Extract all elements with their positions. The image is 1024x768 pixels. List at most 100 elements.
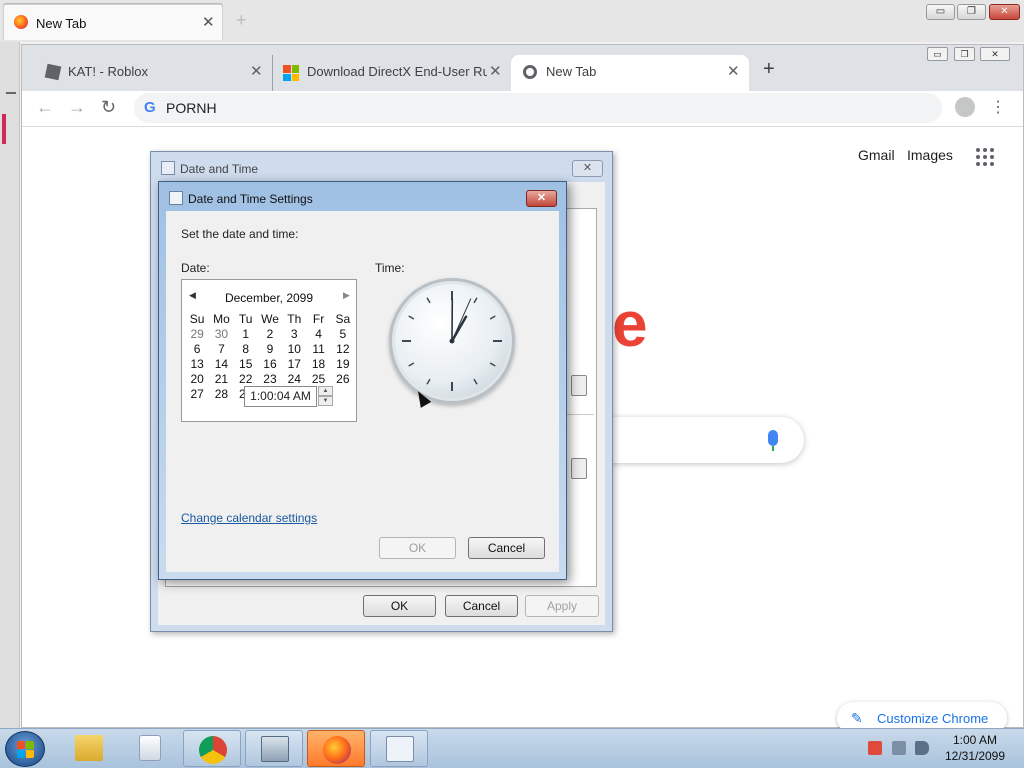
- firefox-tab-title: New Tab: [36, 16, 87, 31]
- calendar-day[interactable]: 26: [331, 372, 355, 387]
- close-tab-icon[interactable]: ✕: [489, 62, 502, 80]
- close-tab-icon[interactable]: ✕: [202, 13, 215, 31]
- calendar-day[interactable]: 12: [331, 342, 355, 357]
- search-box[interactable]: [582, 417, 804, 463]
- tab-roblox[interactable]: KAT! - Roblox ✕: [32, 55, 272, 91]
- taskbar-media-player[interactable]: [121, 730, 179, 767]
- spin-down-icon[interactable]: ▼: [318, 396, 333, 406]
- weekday-label: Su: [189, 312, 205, 326]
- calendar-day[interactable]: 23: [258, 372, 282, 387]
- gmail-link[interactable]: Gmail: [858, 147, 895, 163]
- change-date-time-button[interactable]: [571, 375, 587, 396]
- calendar-day[interactable]: 21: [209, 372, 233, 387]
- network-icon[interactable]: [892, 741, 906, 755]
- calendar-day[interactable]: 2: [258, 327, 282, 342]
- clock-tick: [426, 297, 431, 304]
- calendar-day[interactable]: 4: [306, 327, 330, 342]
- calendar-day[interactable]: 9: [258, 342, 282, 357]
- analog-clock: [389, 278, 515, 404]
- calendar-clock-icon: [386, 736, 414, 762]
- time-input[interactable]: 1:00:04 AM: [244, 386, 317, 407]
- volume-icon[interactable]: [915, 741, 929, 755]
- time-spinner[interactable]: ▲ ▼: [318, 386, 333, 407]
- tab-directx[interactable]: Download DirectX End-User Runtime ✕: [272, 55, 512, 91]
- calendar-day[interactable]: 10: [282, 342, 306, 357]
- menu-icon: [6, 92, 16, 94]
- taskbar-date-time[interactable]: [370, 730, 428, 767]
- taskbar-explorer[interactable]: [60, 730, 118, 767]
- folder-icon: [75, 735, 103, 761]
- apps-grid-icon[interactable]: [976, 148, 994, 166]
- calendar-day[interactable]: 6: [185, 342, 209, 357]
- tray-clock-time[interactable]: 1:00 AM: [930, 733, 1020, 747]
- calendar-day[interactable]: 24: [282, 372, 306, 387]
- taskbar-firefox[interactable]: [307, 730, 365, 767]
- next-month-icon[interactable]: ▶: [343, 290, 350, 301]
- calendar-month-title[interactable]: December, 2099: [182, 291, 356, 305]
- close-window-button[interactable]: ✕: [980, 47, 1010, 61]
- start-button[interactable]: [5, 731, 45, 767]
- new-tab-button[interactable]: +: [763, 58, 775, 81]
- ok-button[interactable]: OK: [379, 537, 456, 559]
- close-button[interactable]: ✕: [572, 160, 603, 177]
- google-logo: e: [612, 288, 648, 360]
- microphone-icon[interactable]: [768, 430, 778, 451]
- tab-new-tab[interactable]: New Tab ✕: [511, 55, 749, 91]
- calendar-day[interactable]: 5: [331, 327, 355, 342]
- maximize-button[interactable]: ❐: [954, 47, 975, 61]
- clock-tick: [408, 315, 415, 320]
- close-tab-icon[interactable]: ✕: [727, 62, 740, 80]
- change-time-zone-button[interactable]: [571, 458, 587, 479]
- new-tab-button[interactable]: +: [236, 10, 247, 31]
- calendar-day[interactable]: 1: [234, 327, 258, 342]
- reload-icon[interactable]: ↻: [101, 97, 116, 118]
- maximize-button[interactable]: ❐: [957, 4, 986, 20]
- taskbar-chrome[interactable]: [183, 730, 241, 767]
- cancel-button[interactable]: Cancel: [468, 537, 545, 559]
- calendar-day[interactable]: 3: [282, 327, 306, 342]
- back-icon[interactable]: ←: [36, 97, 54, 118]
- calendar-day[interactable]: 7: [209, 342, 233, 357]
- minimize-button[interactable]: ▭: [927, 47, 948, 61]
- address-bar[interactable]: G PORNH: [134, 93, 942, 123]
- spin-up-icon[interactable]: ▲: [318, 386, 333, 396]
- divider: [564, 414, 594, 415]
- calendar-day[interactable]: 30: [209, 327, 233, 342]
- calendar-day[interactable]: 18: [306, 357, 330, 372]
- forward-icon[interactable]: →: [68, 97, 86, 118]
- change-calendar-settings-link[interactable]: Change calendar settings: [181, 511, 317, 525]
- close-window-button[interactable]: ✕: [989, 4, 1020, 20]
- apply-button[interactable]: Apply: [525, 595, 599, 617]
- taskbar-network[interactable]: [245, 730, 303, 767]
- minimize-button[interactable]: ▭: [926, 4, 955, 20]
- calendar-week: 13 14 15 16 17 18 19: [185, 357, 355, 372]
- firefox-icon: [14, 15, 28, 29]
- calendar-day[interactable]: 16: [258, 357, 282, 372]
- calendar-day[interactable]: 20: [185, 372, 209, 387]
- calendar-day[interactable]: 29: [185, 327, 209, 342]
- calendar-day[interactable]: 17: [282, 357, 306, 372]
- close-button[interactable]: ✕: [526, 190, 557, 207]
- images-link[interactable]: Images: [907, 147, 953, 163]
- calendar-day[interactable]: 14: [209, 357, 233, 372]
- firefox-tab[interactable]: New Tab ✕: [3, 4, 223, 40]
- ok-button[interactable]: OK: [363, 595, 436, 617]
- calendar-day[interactable]: 19: [331, 357, 355, 372]
- calendar-day[interactable]: 15: [234, 357, 258, 372]
- menu-icon[interactable]: ⋮: [990, 97, 1006, 117]
- calendar-day[interactable]: 11: [306, 342, 330, 357]
- calendar-day[interactable]: 13: [185, 357, 209, 372]
- tab-label: Download DirectX End-User Runtime: [307, 64, 487, 79]
- cancel-button[interactable]: Cancel: [445, 595, 518, 617]
- close-tab-icon[interactable]: ✕: [250, 62, 263, 80]
- calendar-day[interactable]: 25: [306, 372, 330, 387]
- profile-avatar[interactable]: [955, 97, 975, 117]
- calendar-day[interactable]: 22: [234, 372, 258, 387]
- calendar-day[interactable]: 28: [209, 387, 233, 402]
- tray-clock-date[interactable]: 12/31/2099: [930, 749, 1020, 763]
- action-center-icon[interactable]: [868, 741, 882, 755]
- weekday-label: Tu: [238, 312, 253, 326]
- address-input[interactable]: PORNH: [166, 100, 217, 116]
- calendar-day[interactable]: 8: [234, 342, 258, 357]
- calendar-day[interactable]: 27: [185, 387, 209, 402]
